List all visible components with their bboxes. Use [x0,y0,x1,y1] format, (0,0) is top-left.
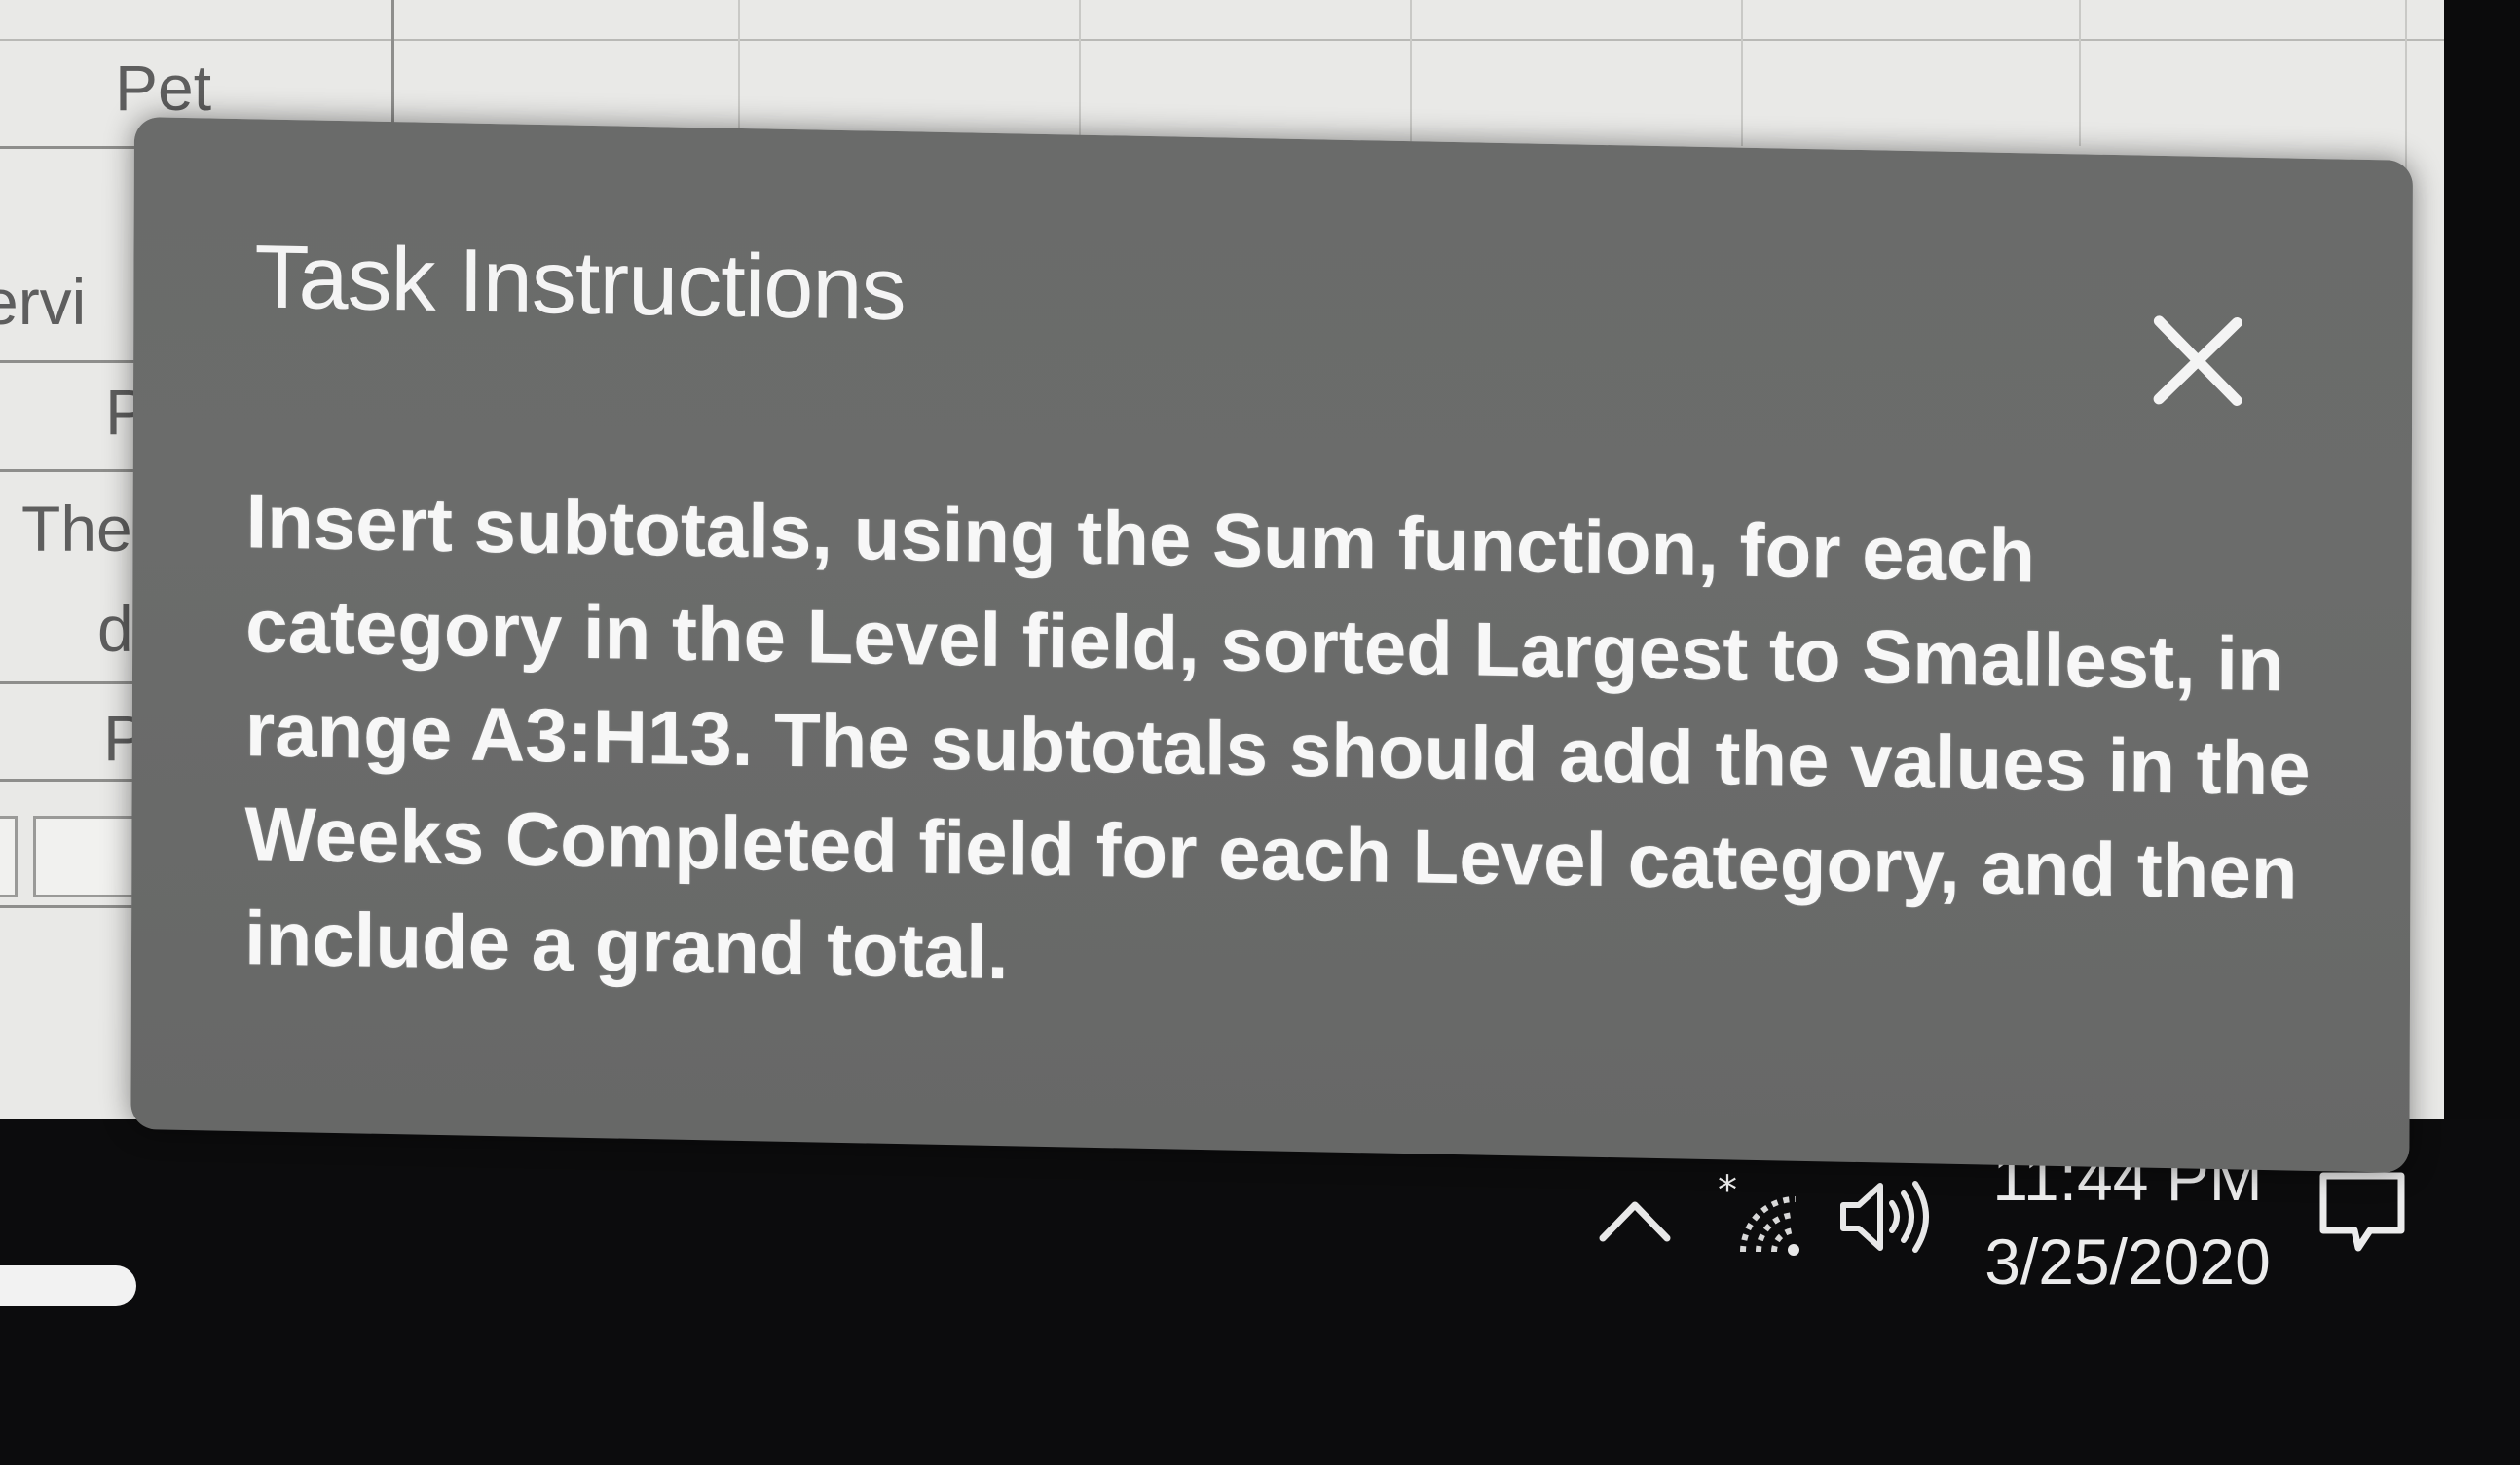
task-instructions-dialog: Task Instructions Insert subtotals, usin… [130,117,2413,1173]
grid-line [1741,0,1743,146]
grid-line [1410,0,1412,146]
taskbar-app-indicator[interactable] [0,1265,136,1306]
cell-d: d [97,593,133,665]
clock-date[interactable]: 3/25/2020 [1982,1225,2274,1299]
grid-line [1079,0,1081,146]
screen: Pet ervi P The d P * 11:44 PM 3/25/2020 … [0,0,2520,1465]
wifi-icon[interactable]: * [1714,1170,1811,1258]
cell-box[interactable] [0,816,18,897]
instruction-text: Insert subtotals, using the Sum function… [243,478,2311,996]
dialog-title: Task Instructions [254,227,906,340]
grid-line [0,360,156,363]
cell-servi: ervi [0,266,87,338]
grid-line [2079,0,2081,146]
taskbar: * 11:44 PM 3/25/2020 [0,1119,2520,1465]
svg-text:*: * [1718,1170,1737,1213]
grid-line [0,39,2444,41]
grid-line [738,0,740,146]
close-icon[interactable] [2130,291,2266,430]
cell-the: The [21,493,132,565]
chevron-up-icon[interactable] [1597,1195,1673,1244]
notification-icon[interactable] [2316,1166,2409,1260]
cell-pet: Pet [115,52,212,124]
speaker-icon[interactable] [1835,1178,1943,1256]
